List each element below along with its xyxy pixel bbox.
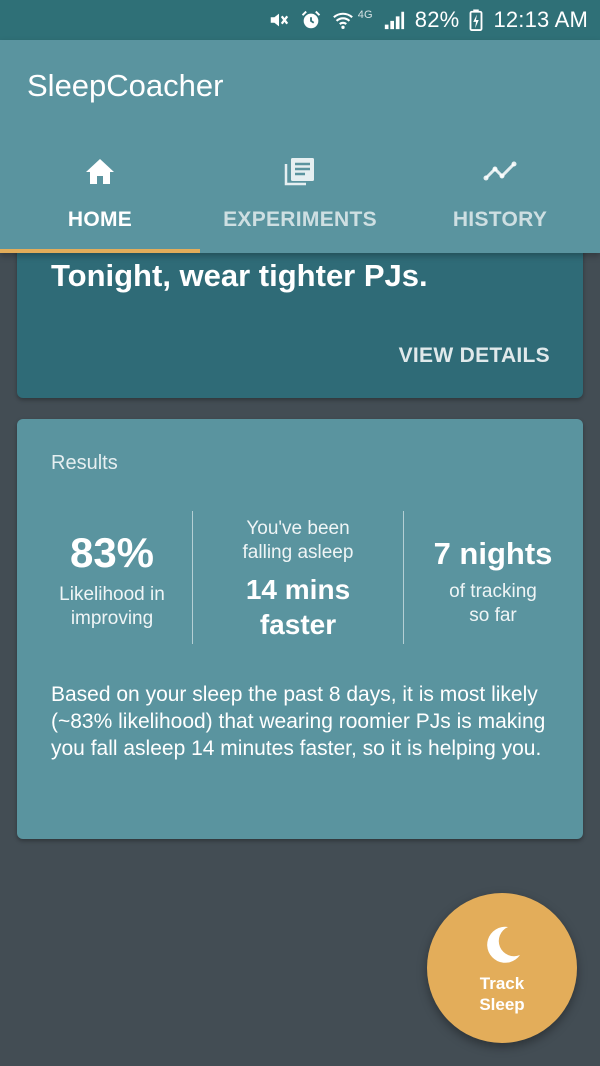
battery-icon	[469, 9, 483, 31]
view-details-button[interactable]: VIEW DETAILS	[399, 344, 550, 368]
likelihood-value: 83%	[69, 529, 155, 576]
effect-stat: You've been falling asleep 14 mins faste…	[193, 511, 403, 644]
effect-value-2: faster	[259, 609, 337, 640]
moon-icon	[487, 926, 520, 963]
tracking-label-2: so far	[469, 605, 517, 626]
list-icon	[284, 158, 314, 186]
mute-icon	[268, 9, 290, 31]
tab-bar: HOME EXPERIMENTS HISTORY	[0, 140, 600, 253]
results-summary: Based on your sleep the past 8 days, it …	[51, 683, 546, 760]
experiment-headline: Tonight, wear tighter PJs.	[51, 258, 428, 293]
battery-percent: 82%	[414, 7, 460, 32]
tab-indicator	[0, 249, 200, 253]
effect-value-1: 14 mins	[245, 574, 351, 605]
tab-label: HOME	[67, 208, 133, 231]
tab-history[interactable]: HISTORY	[400, 140, 600, 253]
results-stats: 83% Likelihood in improving You've been …	[17, 511, 583, 644]
wifi-icon	[332, 9, 354, 31]
app-bar: SleepCoacher HOME EXPERIMENTS HISTORY	[0, 40, 600, 253]
results-title: Results	[51, 452, 118, 474]
tab-home[interactable]: HOME	[0, 140, 200, 253]
track-sleep-label-2: Sleep	[479, 995, 525, 1014]
results-card: Results 83% Likelihood in improving You'…	[17, 419, 583, 839]
tracking-value: 7 nights	[433, 536, 553, 571]
network-type: 4G	[357, 9, 373, 21]
tracking-stat: 7 nights of tracking so far	[403, 511, 583, 644]
effect-intro-1: You've been	[246, 518, 350, 539]
likelihood-label-1: Likelihood in	[59, 584, 165, 605]
tab-experiments[interactable]: EXPERIMENTS	[200, 140, 400, 253]
effect-intro-2: falling asleep	[242, 542, 354, 563]
app-title: SleepCoacher	[27, 68, 224, 103]
track-sleep-label-1: Track	[479, 974, 525, 993]
clock: 12:13 AM	[493, 7, 588, 32]
likelihood-stat: 83% Likelihood in improving	[17, 511, 207, 644]
tab-label: HISTORY	[452, 208, 548, 231]
status-bar: 4G 82% 12:13 AM	[0, 0, 600, 40]
home-icon	[86, 159, 114, 184]
signal-icon	[383, 9, 405, 31]
track-sleep-button[interactable]: Track Sleep	[427, 893, 577, 1043]
likelihood-label-2: improving	[70, 608, 154, 629]
tab-label: EXPERIMENTS	[223, 208, 377, 231]
tracking-label-1: of tracking	[449, 581, 537, 602]
alarm-icon	[300, 9, 322, 31]
trend-icon	[483, 161, 517, 181]
